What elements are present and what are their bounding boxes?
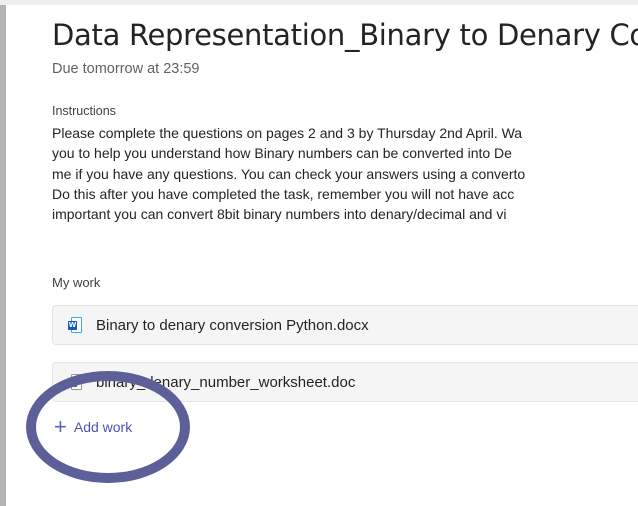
file-name: Binary to denary conversion Python.docx [96, 316, 369, 334]
word-doc-icon: W [68, 374, 82, 390]
word-doc-icon: W [68, 317, 82, 333]
instructions-line: important you can convert 8bit binary nu… [52, 206, 507, 223]
assignment-title: Data Representation_Binary to Denary Con [52, 18, 638, 52]
instructions-text: Please complete the questions on pages 2… [52, 123, 638, 224]
attached-file[interactable]: W binary_denary_number_worksheet.doc [52, 362, 638, 402]
instructions-heading: Instructions [52, 104, 116, 118]
file-name: binary_denary_number_worksheet.doc [96, 373, 356, 391]
instructions-line: me if you have any questions. You can ch… [52, 165, 526, 182]
attached-file[interactable]: W Binary to denary conversion Python.doc… [52, 305, 638, 345]
plus-icon: + [54, 414, 67, 439]
instructions-line: you to help you understand how Binary nu… [52, 145, 512, 162]
instructions-line: Do this after you have completed the tas… [52, 185, 515, 202]
due-date: Due tomorrow at 23:59 [52, 61, 200, 77]
window-top-edge [0, 0, 638, 5]
window-left-edge [0, 5, 6, 506]
my-work-heading: My work [52, 275, 101, 290]
add-work-label: Add work [73, 419, 133, 435]
instructions-line: Please complete the questions on pages 2… [52, 125, 523, 141]
add-work-button[interactable]: + Add work [54, 414, 132, 440]
